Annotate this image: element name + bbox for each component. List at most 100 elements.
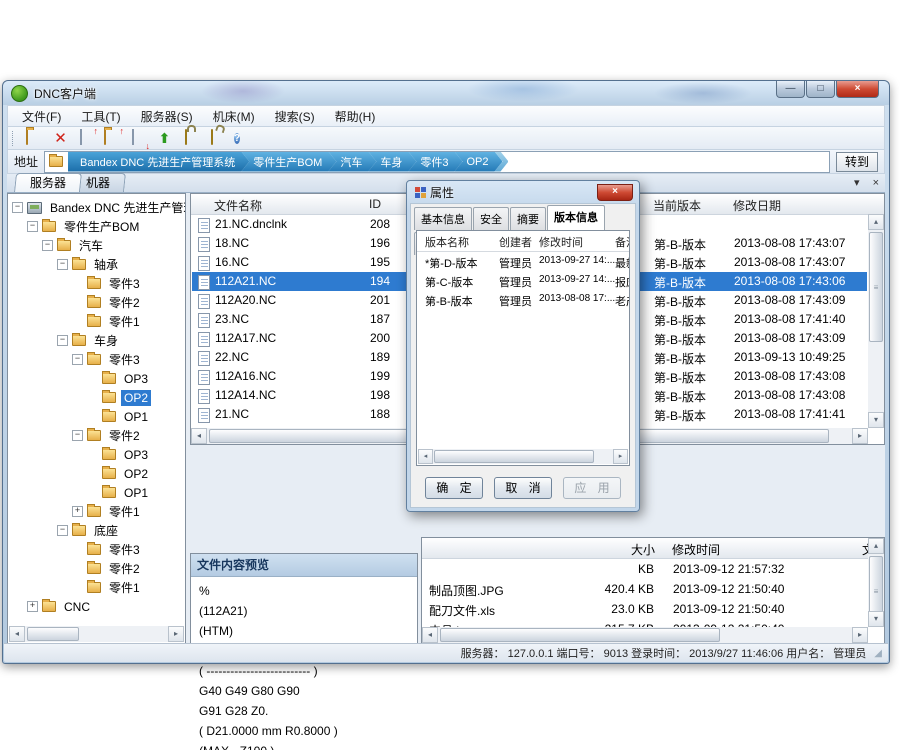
breadcrumb-bom[interactable]: 零件生产BOM [241, 152, 336, 172]
minimize-button[interactable]: — [776, 81, 805, 98]
scroll-thumb[interactable]: ≡ [869, 232, 883, 342]
scroll-up-icon[interactable]: ▴ [868, 214, 884, 230]
tab-basic-info[interactable]: 基本信息 [414, 207, 472, 230]
dialog-close-button[interactable]: × [597, 184, 633, 201]
tab-summary[interactable]: 摘要 [510, 207, 546, 230]
tab-security[interactable]: 安全 [473, 207, 509, 230]
tree-item-base[interactable]: −底座 [57, 521, 185, 540]
tree-item-bearing[interactable]: −轴承 [57, 255, 185, 274]
scroll-up-icon[interactable]: ▴ [868, 538, 884, 554]
col-size[interactable]: 大小 [615, 541, 655, 558]
tree-item[interactable]: −零件2 [72, 426, 185, 445]
titlebar[interactable]: DNC客户端 — □ × [3, 81, 889, 105]
attachment-row[interactable]: KB2013-09-12 21:57:32 [423, 559, 867, 579]
col-file-name[interactable]: 文件名称 [214, 197, 262, 214]
cancel-button[interactable]: 取 消 [494, 477, 552, 499]
scroll-down-icon[interactable]: ▾ [868, 412, 884, 428]
tree-item[interactable]: 零件3 [72, 540, 185, 559]
version-list-header: 版本名称 创建者 修改时间 备注 [417, 231, 629, 252]
tree-item[interactable]: −零件3 [72, 350, 185, 369]
menu-file[interactable]: 文件(F) [12, 106, 71, 127]
checkout-document-icon[interactable] [130, 130, 147, 147]
scroll-thumb[interactable] [440, 628, 720, 642]
tree-item-root[interactable]: −Bandex DNC 先进生产管理系统 [12, 198, 185, 217]
checkin-document-icon[interactable] [78, 130, 95, 147]
delete-icon[interactable]: ✕ [52, 130, 69, 147]
tree-item-op2-selected[interactable]: OP2 [87, 388, 185, 407]
scroll-left-icon[interactable]: ◂ [422, 627, 438, 643]
col-modified-date[interactable]: 修改日期 [733, 197, 781, 214]
dialog-title: 属性 [430, 184, 454, 201]
send-to-folder-icon[interactable] [104, 130, 121, 147]
menu-search[interactable]: 搜索(S) [265, 106, 325, 127]
tree-item[interactable]: 零件1 [72, 578, 185, 597]
resize-grip[interactable]: ◢ [874, 648, 882, 659]
unlock-icon[interactable] [208, 130, 225, 147]
tree-item[interactable]: OP1 [87, 483, 185, 502]
tree-item-carbody[interactable]: −车身 [57, 331, 185, 350]
version-row[interactable]: *第-D-版本管理员2013-09-27 14:...最新 [417, 252, 629, 271]
menu-machine[interactable]: 机床(M) [203, 106, 265, 127]
folder-icon [57, 240, 71, 251]
version-row[interactable]: 第-C-版本管理员2013-09-27 14:...报废 [417, 271, 629, 290]
go-button[interactable]: 转到 [836, 152, 878, 172]
menu-help[interactable]: 帮助(H) [325, 106, 386, 127]
tree-item[interactable]: OP1 [87, 407, 185, 426]
properties-dialog: 属性 × 基本信息安全摘要版本信息快捷方式 版本名称 创建者 修改时间 备注 *… [406, 180, 640, 512]
new-folder-icon[interactable] [26, 130, 43, 147]
scroll-right-icon[interactable]: ▸ [852, 627, 868, 643]
tree-item[interactable]: 零件1 [72, 312, 185, 331]
tree-item-cnc[interactable]: +CNC [27, 597, 185, 616]
upload-icon[interactable]: ⬆ [156, 130, 173, 147]
scroll-right-icon[interactable]: ▸ [613, 449, 628, 464]
tree-item-bom[interactable]: −零件生产BOM [27, 217, 185, 236]
tree-item[interactable]: 零件3 [72, 274, 185, 293]
scroll-left-icon[interactable]: ◂ [418, 449, 433, 464]
col-creator[interactable]: 创建者 [499, 234, 532, 250]
panel-collapse-icon[interactable]: ▾ [854, 177, 860, 189]
tab-version-info[interactable]: 版本信息 [547, 205, 605, 230]
preview-content: % (112A21) (HTM) (T12| H1 | D21.0000mm |… [191, 577, 417, 750]
ok-button[interactable]: 确 定 [425, 477, 483, 499]
scroll-left-icon[interactable]: ◂ [191, 428, 207, 444]
tree-item-auto[interactable]: −汽车 [42, 236, 185, 255]
help-icon[interactable]: ? [234, 130, 251, 147]
col-modified[interactable]: 修改时间 [539, 234, 583, 250]
version-row[interactable]: 第-B-版本管理员2013-08-08 17:...老产品程序 [417, 290, 629, 309]
panel-close-icon[interactable]: × [873, 177, 879, 189]
folder-icon [87, 297, 101, 308]
tree-item[interactable]: OP3 [87, 445, 185, 464]
tab-server[interactable]: 服务器 [14, 173, 82, 192]
tree-item[interactable]: OP2 [87, 464, 185, 483]
scroll-right-icon[interactable]: ▸ [852, 428, 868, 444]
col-modified-time[interactable]: 修改时间 [672, 541, 720, 558]
menu-tools[interactable]: 工具(T) [71, 106, 130, 127]
scroll-thumb[interactable] [27, 627, 79, 641]
preview-line: (MAX - Z100.) [199, 741, 409, 750]
dialog-titlebar[interactable]: 属性 × [407, 181, 639, 203]
tree-item[interactable]: 零件2 [72, 293, 185, 312]
attachments-header: 大小 修改时间 文件(& [422, 538, 868, 559]
folder-icon [102, 373, 116, 384]
attachment-row[interactable]: 配刀文件.xls23.0 KB2013-09-12 21:50:40 [423, 599, 867, 619]
menu-server[interactable]: 服务器(S) [131, 106, 203, 127]
col-id[interactable]: ID [369, 197, 381, 211]
folder-icon [102, 411, 116, 422]
attachment-row[interactable]: 制品顶图.JPG420.4 KB2013-09-12 21:50:40 [423, 579, 867, 599]
close-button[interactable]: × [836, 81, 879, 98]
col-version-name[interactable]: 版本名称 [425, 234, 469, 250]
col-current-version[interactable]: 当前版本 [653, 197, 701, 214]
breadcrumb-part3[interactable]: 零件3 [408, 152, 462, 172]
lock-icon[interactable] [182, 130, 199, 147]
scroll-left-icon[interactable]: ◂ [9, 626, 25, 642]
tree-item[interactable]: +零件1 [72, 502, 185, 521]
scroll-right-icon[interactable]: ▸ [168, 626, 184, 642]
tree-item[interactable]: 零件2 [72, 559, 185, 578]
col-remark[interactable]: 备注 [615, 234, 630, 250]
scroll-down-icon[interactable]: ▾ [868, 611, 884, 627]
breadcrumb-root[interactable]: Bandex DNC 先进生产管理系统 [68, 152, 249, 172]
maximize-button[interactable]: □ [806, 81, 835, 98]
folder-icon [102, 487, 116, 498]
scroll-thumb[interactable] [434, 450, 594, 463]
tree-item[interactable]: OP3 [87, 369, 185, 388]
